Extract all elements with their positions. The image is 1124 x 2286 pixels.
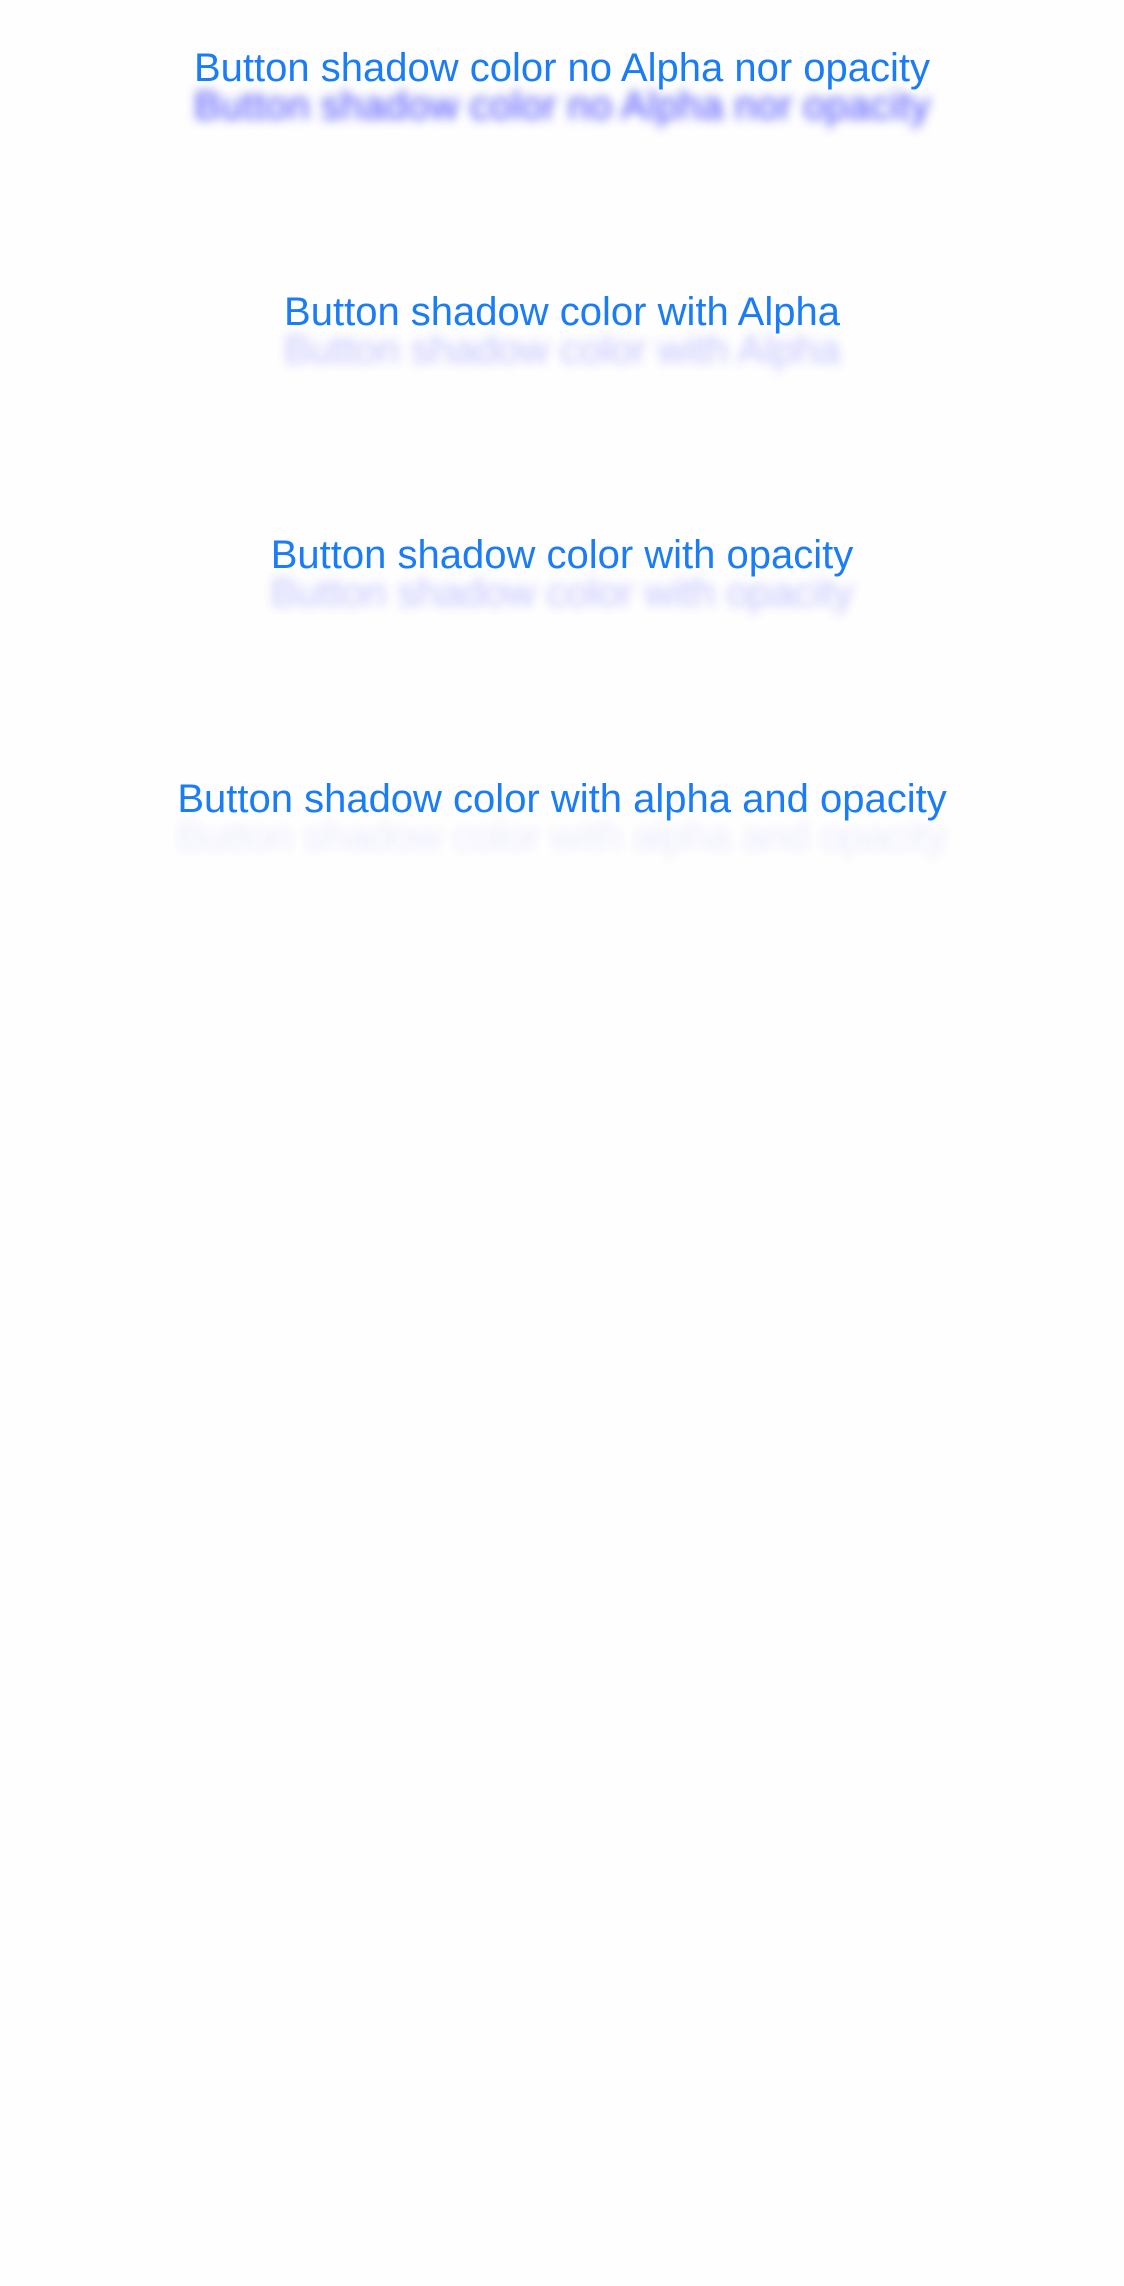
shadow-no-alpha-no-opacity-button[interactable]: Button shadow color no Alpha nor opacity bbox=[0, 13, 1124, 123]
app-screen: Button shadow color no Alpha nor opacity… bbox=[0, 0, 1124, 2286]
shadow-with-alpha-and-opacity-button[interactable]: Button shadow color with alpha and opaci… bbox=[0, 744, 1124, 854]
button-label: Button shadow color with opacity bbox=[270, 533, 854, 577]
button-label: Button shadow color with alpha and opaci… bbox=[177, 777, 947, 821]
shadow-with-alpha-button[interactable]: Button shadow color with Alpha bbox=[0, 257, 1124, 367]
button-label: Button shadow color with Alpha bbox=[284, 290, 840, 334]
shadow-with-opacity-button[interactable]: Button shadow color with opacity bbox=[0, 500, 1124, 610]
button-label: Button shadow color no Alpha nor opacity bbox=[193, 46, 931, 90]
